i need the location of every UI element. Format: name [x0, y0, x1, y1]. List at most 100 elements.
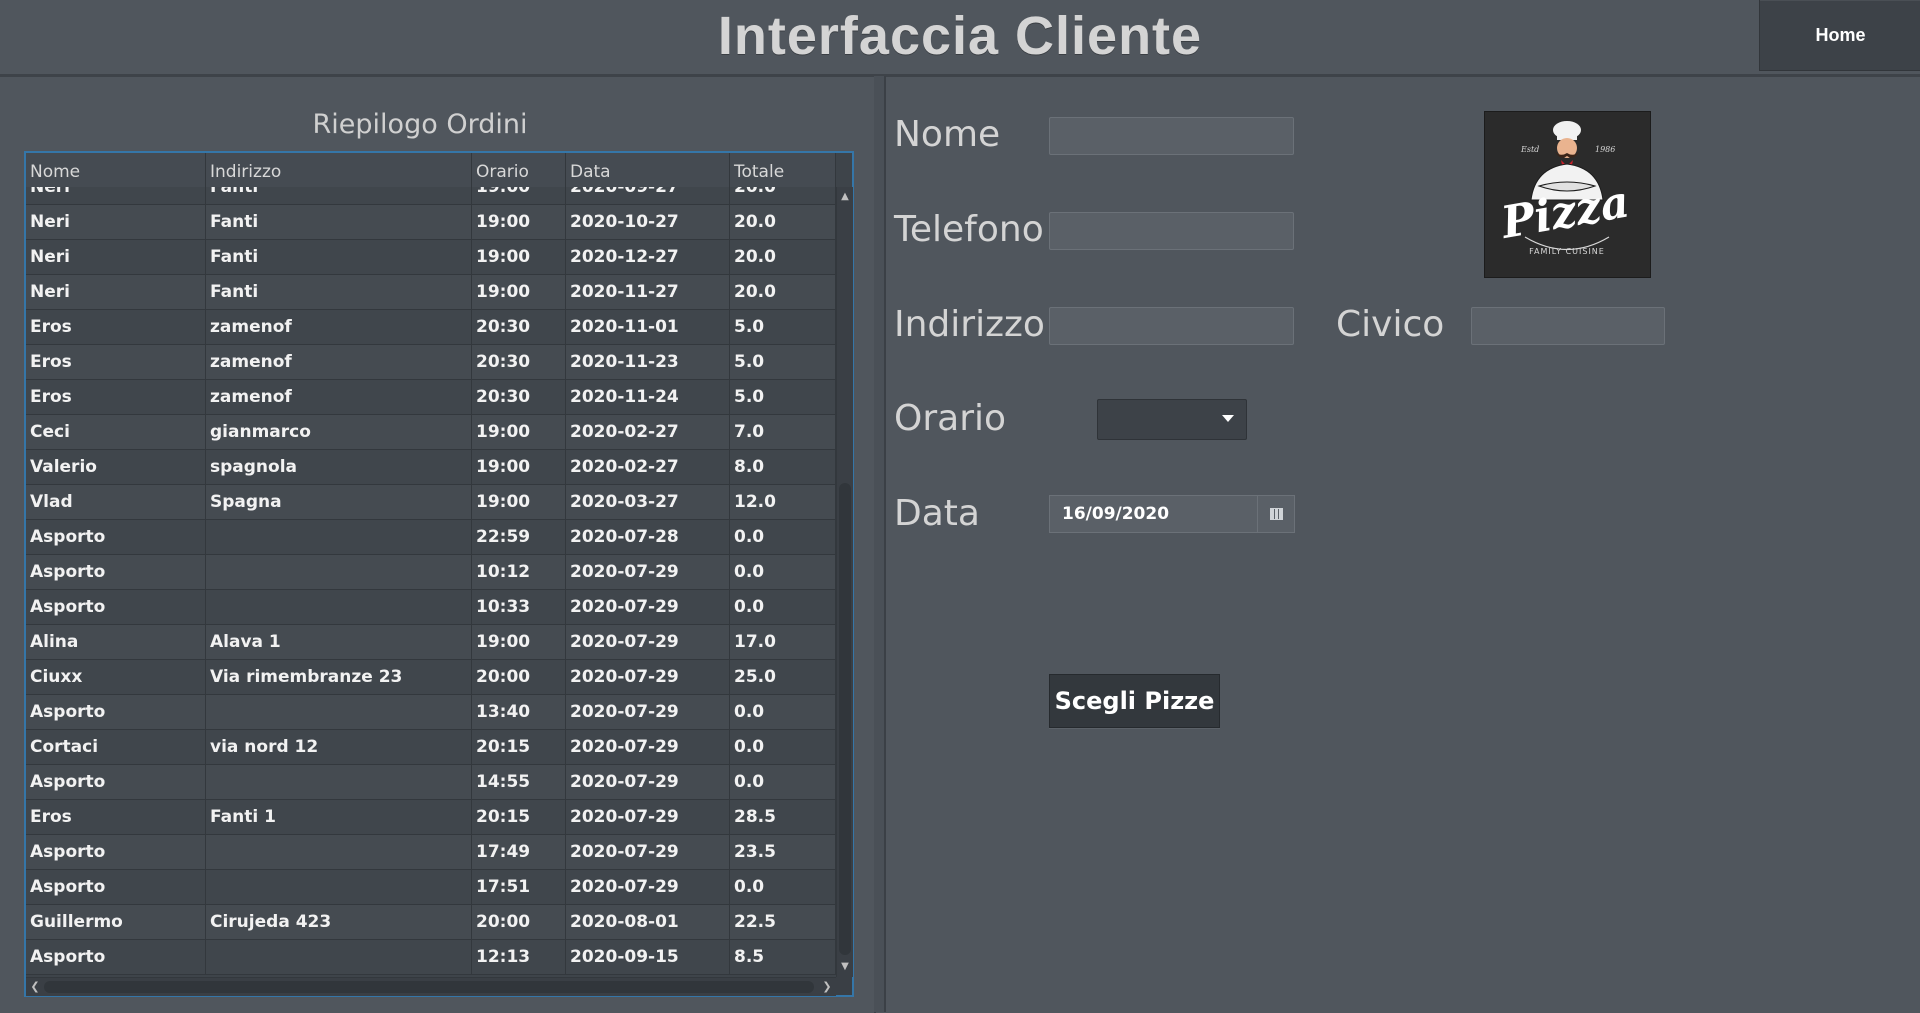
scrollbar-thumb[interactable]: [839, 483, 851, 955]
table-row[interactable]: Neri Fanti 19:00 2020-11-27 20.0: [26, 275, 836, 310]
scroll-down-icon[interactable]: ▼: [837, 959, 853, 975]
cell-totale: 0.0: [730, 765, 836, 800]
table-row[interactable]: Eros zamenof 20:30 2020-11-24 5.0: [26, 380, 836, 415]
indirizzo-field[interactable]: [1049, 307, 1294, 345]
cell-indirizzo: Fanti: [206, 187, 472, 205]
cell-totale: 25.0: [730, 660, 836, 695]
table-row[interactable]: Asporto 22:59 2020-07-28 0.0: [26, 520, 836, 555]
split-pane-divider[interactable]: [874, 76, 886, 1012]
cell-nome: Eros: [26, 800, 206, 835]
cell-nome: Asporto: [26, 940, 206, 975]
table-row[interactable]: Neri Fanti 19:00 2020-09-27 20.0: [26, 187, 836, 205]
cell-totale: 0.0: [730, 555, 836, 590]
cell-data: 2020-11-23: [566, 345, 730, 380]
scroll-right-icon[interactable]: ❯: [819, 978, 835, 996]
scroll-up-icon[interactable]: ▲: [837, 189, 853, 205]
cell-data: 2020-09-15: [566, 940, 730, 975]
cell-data: 2020-07-29: [566, 870, 730, 905]
logo-sub-text: FAMILY CUISINE: [1529, 247, 1605, 256]
table-row[interactable]: Eros Fanti 1 20:15 2020-07-29 28.5: [26, 800, 836, 835]
cell-nome: Asporto: [26, 765, 206, 800]
cell-nome: Vlad: [26, 485, 206, 520]
horizontal-scrollbar[interactable]: ❮ ❯: [26, 977, 836, 996]
choose-pizzas-button[interactable]: Scegli Pizze: [1049, 674, 1220, 728]
cell-orario: 20:00: [472, 905, 566, 940]
cell-indirizzo: spagnola: [206, 450, 472, 485]
cell-indirizzo: zamenof: [206, 345, 472, 380]
cell-nome: Asporto: [26, 695, 206, 730]
orario-select[interactable]: [1097, 399, 1247, 440]
cell-data: 2020-02-27: [566, 415, 730, 450]
column-header-data[interactable]: Data: [566, 153, 730, 187]
table-row[interactable]: Vlad Spagna 19:00 2020-03-27 12.0: [26, 485, 836, 520]
cell-nome: Alina: [26, 625, 206, 660]
table-row[interactable]: Eros zamenof 20:30 2020-11-23 5.0: [26, 345, 836, 380]
cell-indirizzo: Fanti 1: [206, 800, 472, 835]
cell-totale: 0.0: [730, 870, 836, 905]
cell-totale: 7.0: [730, 415, 836, 450]
cell-nome: Asporto: [26, 870, 206, 905]
vertical-scrollbar[interactable]: ▲ ▼: [836, 187, 853, 977]
cell-nome: Cortaci: [26, 730, 206, 765]
scroll-corner: [836, 977, 852, 995]
table-row[interactable]: Asporto 10:12 2020-07-29 0.0: [26, 555, 836, 590]
table-row[interactable]: Ciuxx Via rimembranze 23 20:00 2020-07-29 25…: [26, 660, 836, 695]
table-row[interactable]: Asporto 12:13 2020-09-15 8.5: [26, 940, 836, 975]
column-header-nome[interactable]: Nome: [26, 153, 206, 187]
cell-totale: 20.0: [730, 187, 836, 205]
table-row[interactable]: Asporto 17:49 2020-07-29 23.5: [26, 835, 836, 870]
column-header-indirizzo[interactable]: Indirizzo: [206, 153, 472, 187]
page-title: Interfaccia Cliente: [717, 6, 1203, 66]
column-header-totale[interactable]: Totale: [730, 153, 836, 187]
table-row[interactable]: Neri Fanti 19:00 2020-10-27 20.0: [26, 205, 836, 240]
table-row[interactable]: Asporto 13:40 2020-07-29 0.0: [26, 695, 836, 730]
table-row[interactable]: Ceci gianmarco 19:00 2020-02-27 7.0: [26, 415, 836, 450]
table-row[interactable]: Alina Alava 1 19:00 2020-07-29 17.0: [26, 625, 836, 660]
cell-totale: 5.0: [730, 310, 836, 345]
home-button[interactable]: Home: [1759, 0, 1920, 71]
cell-totale: 5.0: [730, 380, 836, 415]
column-header-orario[interactable]: Orario: [472, 153, 566, 187]
cell-nome: Neri: [26, 187, 206, 205]
table-row[interactable]: Eros zamenof 20:30 2020-11-01 5.0: [26, 310, 836, 345]
table-row[interactable]: Asporto 10:33 2020-07-29 0.0: [26, 590, 836, 625]
cell-orario: 10:12: [472, 555, 566, 590]
table-row[interactable]: Asporto 17:51 2020-07-29 0.0: [26, 870, 836, 905]
table-row[interactable]: Asporto 14:55 2020-07-29 0.0: [26, 765, 836, 800]
logo-year-text: 1986: [1595, 145, 1615, 154]
scrollbar-thumb[interactable]: [44, 981, 814, 993]
cell-orario: 19:00: [472, 485, 566, 520]
date-field[interactable]: 16/09/2020: [1049, 495, 1259, 533]
cell-data: 2020-07-29: [566, 730, 730, 765]
cell-orario: 20:15: [472, 800, 566, 835]
cell-indirizzo: [206, 940, 472, 975]
cell-indirizzo: [206, 555, 472, 590]
cell-orario: 13:40: [472, 695, 566, 730]
scroll-left-icon[interactable]: ❮: [27, 978, 43, 996]
table-row[interactable]: Neri Fanti 19:00 2020-12-27 20.0: [26, 240, 836, 275]
orario-label: Orario: [894, 398, 1007, 439]
orders-title: Riepilogo Ordini: [312, 109, 528, 140]
date-picker-button[interactable]: [1257, 495, 1295, 533]
civico-field[interactable]: [1471, 307, 1665, 345]
cell-orario: 17:49: [472, 835, 566, 870]
cell-totale: 0.0: [730, 730, 836, 765]
cell-totale: 12.0: [730, 485, 836, 520]
cell-totale: 20.0: [730, 275, 836, 310]
cell-totale: 23.5: [730, 835, 836, 870]
nome-field[interactable]: [1049, 117, 1294, 155]
table-row[interactable]: Cortaci via nord 12 20:15 2020-07-29 0.0: [26, 730, 836, 765]
cell-orario: 20:30: [472, 310, 566, 345]
cell-data: 2020-11-01: [566, 310, 730, 345]
telefono-field[interactable]: [1049, 212, 1294, 250]
cell-indirizzo: [206, 765, 472, 800]
cell-nome: Ceci: [26, 415, 206, 450]
table-row[interactable]: Valerio spagnola 19:00 2020-02-27 8.0: [26, 450, 836, 485]
table-row[interactable]: Guillermo Cirujeda 423 20:00 2020-08-01 22.5: [26, 905, 836, 940]
table-header: Nome Indirizzo Orario Data Totale: [26, 153, 836, 188]
cell-nome: Asporto: [26, 555, 206, 590]
cell-data: 2020-12-27: [566, 240, 730, 275]
cell-orario: 14:55: [472, 765, 566, 800]
orders-table[interactable]: Nome Indirizzo Orario Data Totale Neri Fa…: [24, 151, 854, 997]
cell-nome: Eros: [26, 345, 206, 380]
